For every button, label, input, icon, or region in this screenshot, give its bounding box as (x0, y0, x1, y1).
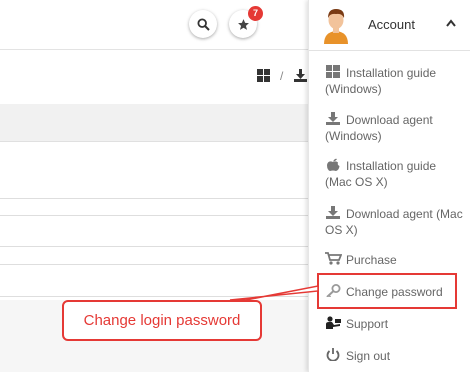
callout-text: Change login password (83, 312, 241, 329)
callout-box: Change login password (62, 300, 262, 341)
